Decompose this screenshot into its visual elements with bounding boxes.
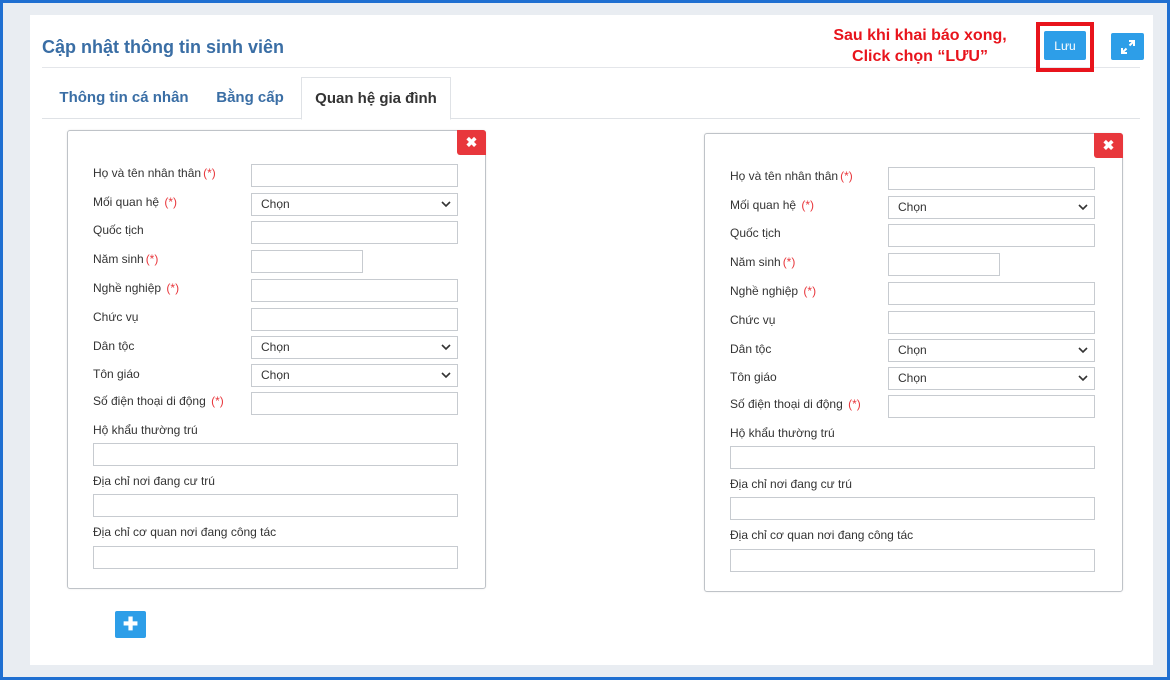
mobile-phone-label: Số điện thoại di động (*) [730,397,861,411]
relationship-label: Mối quan hệ (*) [730,198,815,212]
expand-button[interactable] [1111,33,1144,60]
chevron-down-icon [441,372,451,379]
occupation-input[interactable] [251,279,458,302]
full-name-input[interactable] [888,167,1095,190]
position-label: Chức vụ [730,313,776,327]
remove-member-button[interactable]: ✖ [1094,133,1123,158]
plus-icon: ✚ [122,614,139,634]
permanent-address-label: Hộ khẩu thường trú [730,426,835,440]
occupation-label: Nghề nghiệp (*) [93,281,180,295]
chevron-down-icon [441,201,451,208]
birth-year-label: Năm sinh (*) [730,255,796,269]
annotation-line-1: Sau khi khai báo xong, [833,27,1007,44]
mobile-phone-input[interactable] [888,395,1095,418]
expand-arrows-icon [1120,39,1135,54]
relationship-select[interactable]: Chọn [888,196,1095,219]
ethnicity-select[interactable]: Chọn [888,339,1095,362]
close-icon: ✖ [1102,137,1115,153]
chevron-down-icon [1078,375,1088,382]
nationality-label: Quốc tịch [730,226,781,240]
permanent-address-label: Hộ khẩu thường trú [93,423,198,437]
birth-year-input[interactable] [251,250,363,273]
relationship-label: Mối quan hệ (*) [93,195,178,209]
birth-year-label: Năm sinh (*) [93,252,159,266]
ethnicity-label: Dân tộc [93,339,135,353]
tab-personal-info[interactable]: Thông tin cá nhân [46,77,202,119]
remove-member-button[interactable]: ✖ [457,130,486,155]
chevron-down-icon [1078,204,1088,211]
full-name-label: Họ và tên nhân thân (*) [730,169,853,183]
religion-label: Tôn giáo [730,370,777,384]
nationality-input[interactable] [888,224,1095,247]
relationship-select[interactable]: Chọn [251,193,458,216]
add-member-button[interactable]: ✚ [115,611,146,638]
work-address-input[interactable] [730,549,1095,572]
birth-year-input[interactable] [888,253,1000,276]
occupation-input[interactable] [888,282,1095,305]
chevron-down-icon [1078,347,1088,354]
form-card: Cập nhật thông tin sinh viên Sau khi kha… [30,15,1153,665]
ethnicity-select[interactable]: Chọn [251,336,458,359]
nationality-label: Quốc tịch [93,223,144,237]
position-label: Chức vụ [93,310,139,324]
current-address-input[interactable] [730,497,1095,520]
family-member-panel: ✖ Họ và tên nhân thân (*) Mối quan hệ (*)… [704,133,1123,592]
work-address-label: Địa chỉ cơ quan nơi đang công tác [730,528,914,542]
instruction-annotation: Sau khi khai báo xong, Click chọn “LƯU” [810,25,1030,67]
religion-label: Tôn giáo [93,367,140,381]
page-title: Cập nhật thông tin sinh viên [42,37,284,57]
occupation-label: Nghề nghiệp (*) [730,284,817,298]
religion-select[interactable]: Chọn [888,367,1095,390]
work-address-label: Địa chỉ cơ quan nơi đang công tác [93,525,277,539]
nationality-input[interactable] [251,221,458,244]
full-name-label: Họ và tên nhân thân (*) [93,166,216,180]
permanent-address-input[interactable] [730,446,1095,469]
chevron-down-icon [441,344,451,351]
tab-bar: Thông tin cá nhân Bằng cấp Quan hệ gia đ… [42,77,1140,120]
save-button[interactable]: Lưu [1044,31,1086,60]
religion-select[interactable]: Chọn [251,364,458,387]
close-icon: ✖ [465,134,478,150]
full-name-input[interactable] [251,164,458,187]
tab-degrees[interactable]: Bằng cấp [210,77,290,119]
position-input[interactable] [888,311,1095,334]
tab-family-relations[interactable]: Quan hệ gia đình [301,77,451,120]
mobile-phone-input[interactable] [251,392,458,415]
current-address-label: Địa chỉ nơi đang cư trú [93,474,215,488]
current-address-input[interactable] [93,494,458,517]
ethnicity-label: Dân tộc [730,342,772,356]
annotation-line-2: Click chọn “LƯU” [852,48,988,65]
work-address-input[interactable] [93,546,458,569]
permanent-address-input[interactable] [93,443,458,466]
app-frame: Cập nhật thông tin sinh viên Sau khi kha… [0,0,1170,680]
position-input[interactable] [251,308,458,331]
family-member-panel: ✖ Họ và tên nhân thân (*) Mối quan hệ (*)… [67,130,486,589]
current-address-label: Địa chỉ nơi đang cư trú [730,477,852,491]
mobile-phone-label: Số điện thoại di động (*) [93,394,224,408]
title-divider [42,67,1140,68]
